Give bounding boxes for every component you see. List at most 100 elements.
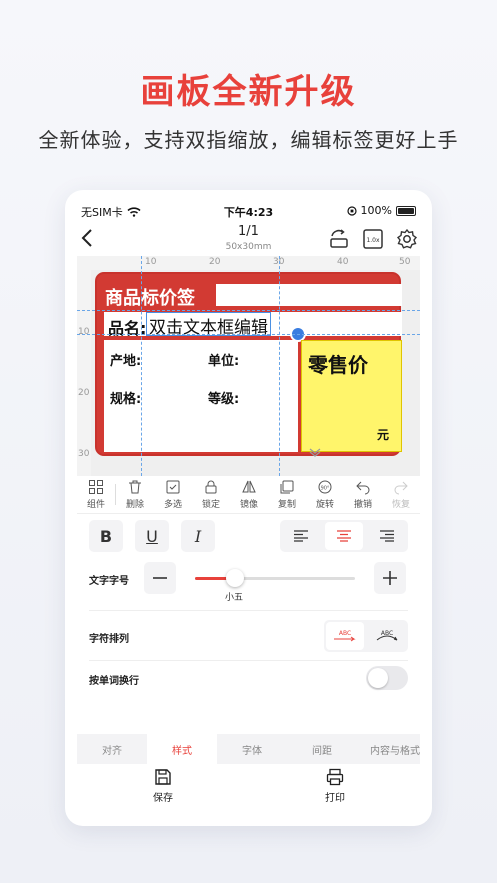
property-tabs: 对齐 样式 字体 间距 内容与格式 [77, 734, 420, 764]
save-button[interactable]: 保存 [133, 768, 193, 804]
font-size-decrease-button[interactable] [144, 562, 176, 594]
orientation-lock-icon [346, 205, 357, 216]
tab-spacing[interactable]: 间距 [287, 734, 357, 764]
tab-content-format[interactable]: 内容与格式 [357, 734, 420, 764]
tool-delete[interactable]: 删除 [116, 476, 154, 513]
print-label: 打印 [325, 793, 345, 804]
tool-rotate[interactable]: 90° 旋转 [306, 476, 344, 513]
tab-style[interactable]: 样式 [147, 734, 217, 764]
ruler-left-10: 10 [78, 327, 90, 337]
save-icon [155, 769, 171, 785]
ruler-top: 10 20 30 40 50 [77, 256, 420, 270]
word-wrap-toggle[interactable] [366, 666, 408, 690]
unit-label[interactable]: 单位: [208, 350, 239, 369]
text-align-group [280, 520, 408, 552]
ruler-top-50: 50 [399, 257, 411, 267]
name-row[interactable]: 品名: 双击文本框编辑 [104, 312, 402, 342]
tool-components[interactable]: 组件 [77, 476, 115, 513]
tool-multi-select[interactable]: 多选 [154, 476, 192, 513]
origin-label[interactable]: 产地: [110, 350, 141, 369]
guide-line-vertical [141, 256, 142, 476]
guide-line-horizontal [77, 310, 420, 311]
grade-label[interactable]: 等级: [208, 388, 239, 407]
chevron-down-icon[interactable] [308, 447, 322, 457]
price-title[interactable]: 零售价 [308, 349, 368, 378]
slider-knob[interactable] [226, 569, 244, 587]
zoom-ratio-icon[interactable]: 1.0x [362, 228, 384, 250]
font-size-slider[interactable] [195, 569, 355, 587]
word-wrap-label: 按单词换行 [89, 676, 139, 687]
promo-title: 画板全新升级 [140, 72, 357, 112]
tool-label: 多选 [163, 500, 182, 510]
rotate-90-icon: 90° [318, 480, 332, 494]
ruler-left-20: 20 [78, 388, 90, 398]
tool-lock[interactable]: 锁定 [192, 476, 230, 513]
grid-components-icon [89, 480, 103, 494]
price-unit[interactable]: 元 [377, 426, 389, 443]
price-box[interactable]: 零售价 元 [301, 340, 402, 452]
tool-copy[interactable]: 复制 [268, 476, 306, 513]
tab-align[interactable]: 对齐 [77, 734, 147, 764]
bottom-actions: 保存 打印 [65, 768, 432, 818]
italic-button[interactable]: I [181, 520, 215, 552]
divider [89, 660, 408, 661]
tool-label: 镜像 [239, 500, 258, 510]
rotate-screen-icon[interactable] [328, 228, 350, 250]
save-label: 保存 [153, 793, 173, 804]
tab-font[interactable]: 字体 [217, 734, 287, 764]
name-text-box-selected[interactable]: 双击文本框编辑 [146, 312, 271, 338]
phone-screen: 无SIM卡 下午4:23 100% 1/1 50x30mm 1.0x 10 20… [65, 190, 432, 826]
battery-icon [396, 205, 416, 216]
spec-label[interactable]: 规格: [110, 388, 141, 407]
redo-icon [394, 481, 408, 495]
tool-label: 锁定 [201, 500, 220, 510]
multi-select-icon [166, 480, 180, 494]
tool-label: 删除 [125, 500, 144, 510]
underline-button[interactable]: U [135, 520, 169, 552]
ruler-left-30: 30 [78, 449, 90, 459]
battery-text: 100% [360, 204, 392, 217]
tool-redo[interactable]: 恢复 [382, 476, 420, 513]
zoom-ratio-text: 1.0x [366, 237, 380, 244]
font-size-increase-button[interactable] [374, 562, 406, 594]
ruler-top-20: 20 [209, 257, 221, 267]
tool-mirror[interactable]: 镜像 [230, 476, 268, 513]
copy-icon [280, 480, 294, 494]
char-arrange-group: ABC ABC [324, 620, 408, 652]
char-arrange-straight[interactable]: ABC [326, 622, 364, 650]
ruler-left: 10 20 30 [77, 256, 91, 476]
mirror-icon [242, 480, 256, 493]
tool-label: 撤销 [353, 500, 372, 510]
header-blank-box[interactable] [216, 284, 402, 306]
print-button[interactable]: 打印 [305, 768, 365, 804]
align-center-icon[interactable] [325, 522, 363, 550]
char-arrange-label: 字符排列 [89, 634, 129, 645]
status-bar: 无SIM卡 下午4:23 100% [65, 190, 432, 220]
tool-label: 恢复 [391, 500, 410, 510]
font-size-label: 文字字号 [89, 576, 129, 587]
format-row: B U I [89, 520, 408, 552]
info-area: 产地: 单位: 规格: 等级: [104, 340, 298, 452]
align-right-icon[interactable] [368, 522, 406, 550]
guide-line-horizontal [77, 334, 420, 335]
lock-icon [205, 480, 217, 494]
undo-icon [356, 481, 370, 495]
bold-button[interactable]: B [89, 520, 123, 552]
guide-line-vertical [279, 256, 280, 476]
trash-icon [129, 480, 141, 494]
promo-subtitle: 全新体验，支持双指缩放，编辑标签更好上手 [38, 128, 459, 152]
tool-label: 复制 [277, 500, 296, 510]
printer-icon [326, 768, 344, 786]
settings-gear-icon[interactable] [396, 228, 418, 250]
rotate-90-text: 90° [321, 486, 330, 492]
label-header[interactable]: 商品标价签 [105, 284, 195, 310]
edit-toolbar: 组件 删除 多选 锁定 镜像 复制 90° 旋转 撤销 恢复 [77, 476, 420, 514]
char-arrange-curved[interactable]: ABC [368, 622, 406, 650]
tool-undo[interactable]: 撤销 [344, 476, 382, 513]
align-left-icon[interactable] [282, 522, 320, 550]
font-size-value: 小五 [225, 593, 244, 603]
tool-label: 组件 [86, 500, 105, 510]
divider [89, 610, 408, 611]
label-canvas[interactable]: 10 20 30 40 50 10 20 30 商品标价签 品名: 双击文本框编… [77, 256, 420, 476]
ruler-top-40: 40 [337, 257, 349, 267]
